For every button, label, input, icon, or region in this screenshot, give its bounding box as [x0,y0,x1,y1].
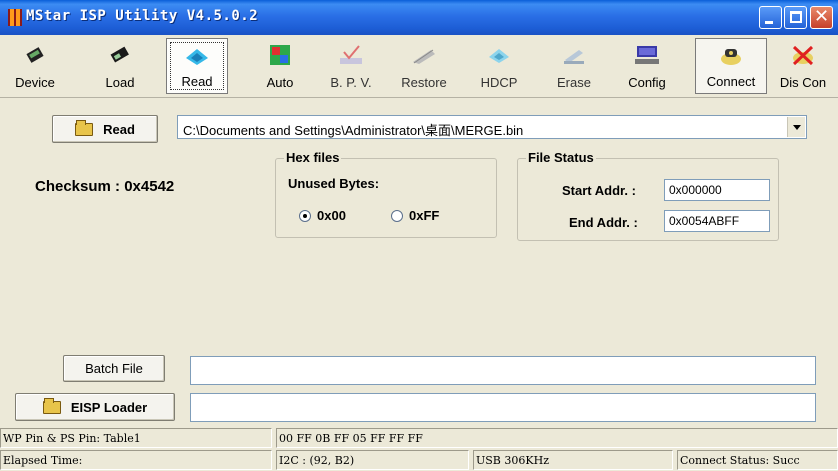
read-file-button[interactable]: Read [52,115,158,143]
erase-button[interactable]: Erase [543,38,605,94]
device-button[interactable]: Device [4,38,66,94]
connect-button[interactable]: Connect [695,38,767,94]
eisp-loader-button[interactable]: EISP Loader [15,393,175,421]
restore-icon [413,49,435,64]
hex-bytes-status: 00 FF 0B FF 05 FF FF FF [276,428,838,448]
maximize-icon [790,11,802,23]
restore-button[interactable]: Restore [393,38,455,94]
batch-file-button[interactable]: Batch File [63,355,165,382]
bpv-icon [340,45,362,64]
hdcp-button[interactable]: HDCP [468,38,530,94]
unused-bytes-label: Unused Bytes: [288,176,380,191]
radio-unselected-icon [391,209,403,222]
wp-pin-status: WP Pin & PS Pin: Table1 [0,428,272,448]
read-icon [186,49,208,65]
close-button[interactable]: ✕ [810,6,833,29]
start-addr-label: Start Addr. : [562,183,636,198]
start-addr-field[interactable]: 0x000000 [664,179,770,201]
app-logo-icon [8,9,22,26]
maximize-button[interactable] [784,6,807,29]
file-path-value: C:\Documents and Settings\Administrator\… [183,123,524,138]
end-addr-label: End Addr. : [569,215,638,230]
device-icon [26,47,44,63]
file-status-group: File Status Start Addr. : 0x000000 End A… [517,150,779,241]
checksum-label: Checksum : 0x4542 [35,178,175,195]
load-button[interactable]: Load [89,38,151,94]
main-panel: Read C:\Documents and Settings\Administr… [0,99,838,427]
open-folder-icon [42,397,61,414]
connect-status: Connect Status: Succ [677,450,838,470]
radio-selected-icon [299,209,311,222]
i2c-status: I2C : (92, B2) [276,450,469,470]
file-status-legend: File Status [526,150,596,165]
hdcp-icon [489,49,509,63]
open-folder-icon [75,119,94,136]
title-bar[interactable]: MStar ISP Utility V4.5.0.2 ✕ [0,0,838,35]
disconnect-icon [792,45,814,66]
read-toolbar-button[interactable]: Read [166,38,228,94]
load-icon [110,46,129,63]
usb-status: USB 306KHz [473,450,673,470]
file-path-combobox[interactable]: C:\Documents and Settings\Administrator\… [177,115,807,139]
erase-icon [564,50,584,64]
config-button[interactable]: Config [616,38,678,94]
hex-files-group: Hex files Unused Bytes: 0x00 0xFF [275,150,497,238]
elapsed-time-status: Elapsed Time: [0,450,272,470]
status-bar: WP Pin & PS Pin: Table1 00 FF 0B FF 05 F… [0,427,838,471]
window-title: MStar ISP Utility V4.5.0.2 [26,8,259,24]
bpv-button[interactable]: B. P. V. [320,38,382,94]
read-file-button-label: Read [103,121,135,137]
config-icon [635,46,659,64]
minimize-icon [765,21,773,24]
batch-file-field[interactable] [190,356,816,385]
close-icon: ✕ [814,6,830,27]
hex-files-legend: Hex files [284,150,342,165]
eisp-loader-field[interactable] [190,393,816,422]
chevron-down-icon[interactable] [787,117,805,137]
toolbar: Device Load Read Auto B. P. V. Restore H… [0,35,838,98]
isp-utility-window: MStar ISP Utility V4.5.0.2 ✕ Device Load… [0,0,838,471]
minimize-button[interactable] [759,6,782,29]
auto-icon [270,45,290,65]
end-addr-field[interactable]: 0x0054ABFF [664,210,770,232]
radio-0x00[interactable]: 0x00 [299,208,346,223]
disconnect-button[interactable]: Dis Con [770,38,836,94]
connect-icon [721,49,741,65]
auto-button[interactable]: Auto [249,38,311,94]
radio-0xff[interactable]: 0xFF [391,208,439,223]
